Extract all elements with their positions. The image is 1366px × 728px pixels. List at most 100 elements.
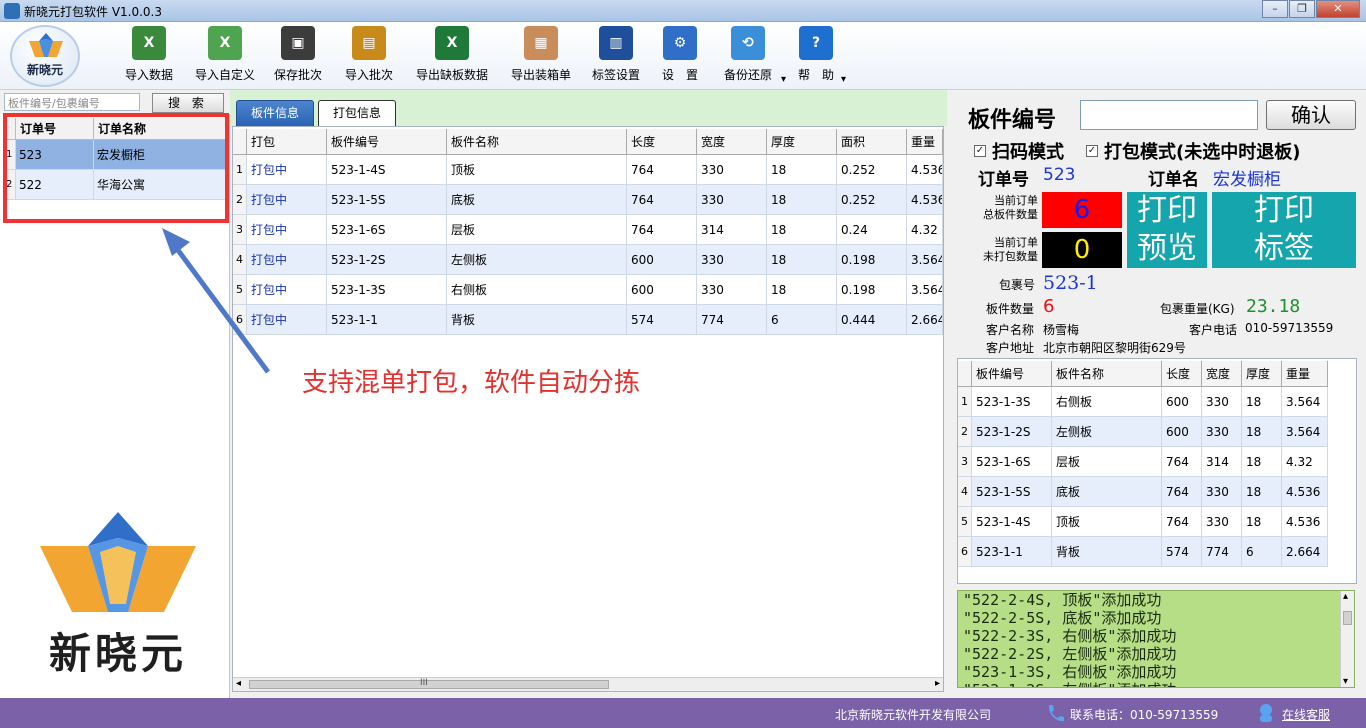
log-line: "522-2-3S, 右侧板"添加成功 [963,627,1177,645]
logo-mark-icon [29,33,63,57]
width-cell: 330 [697,155,767,184]
toolbar-button[interactable]: ? 帮 助 ▾ [796,26,846,88]
toolbar-button[interactable]: ▣ 保存批次 [272,26,324,88]
col-header-order-name[interactable]: 订单名称 [94,118,226,139]
dropdown-arrow-icon[interactable]: ▾ [781,74,786,85]
scroll-down-icon[interactable]: ▾ [1343,676,1348,687]
checkbox-icon[interactable]: ✓ [1086,145,1098,157]
row-index: 5 [958,507,972,536]
panel-no-cell: 523-1-4S [972,507,1052,536]
table-row[interactable]: 6 打包中 523-1-1 背板 574 774 6 0.444 2.664 [233,305,943,335]
button-line: 预览 [1137,231,1197,266]
col-header-width[interactable]: 宽度 [697,129,767,154]
width-cell: 330 [1202,417,1242,446]
package-grid: 板件编号 板件名称 长度 宽度 厚度 重量 1 523-1-3S 右侧板 600 330… [957,358,1357,584]
col-header-length[interactable]: 长度 [627,129,697,154]
pack-status-cell[interactable]: 打包中 [247,155,327,184]
customer-address-value: 北京市朝阳区黎明街629号 [1043,341,1186,355]
col-header-thickness[interactable]: 厚度 [767,129,837,154]
toolbar-button[interactable]: X 导入自定义 [194,26,256,88]
restore-button[interactable]: ❐ [1289,0,1315,18]
col-header-area[interactable]: 面积 [837,129,907,154]
col-header-panel-name[interactable]: 板件名称 [447,129,627,154]
dropdown-arrow-icon[interactable]: ▾ [841,74,846,85]
col-header-width[interactable]: 宽度 [1202,361,1242,386]
table-row[interactable]: 6 523-1-1 背板 574 774 6 2.664 [958,537,1328,567]
col-header-panel-no[interactable]: 板件编号 [972,361,1052,386]
thickness-cell: 18 [767,275,837,304]
panel-name-cell: 背板 [1052,537,1162,566]
thickness-cell: 18 [1242,507,1282,536]
panel-no-cell: 523-1-5S [327,185,447,214]
print-preview-button[interactable]: 打印 预览 [1127,192,1207,268]
col-header-length[interactable]: 长度 [1162,361,1202,386]
table-row[interactable]: 4 523-1-5S 底板 764 330 18 4.536 [958,477,1328,507]
search-button[interactable]: 搜 索 [152,93,224,113]
table-row[interactable]: 3 打包中 523-1-6S 层板 764 314 18 0.24 4.32 [233,215,943,245]
panel-name-cell: 顶板 [447,155,627,184]
panel-name-cell: 顶板 [1052,507,1162,536]
row-index: 4 [958,477,972,506]
minimize-button[interactable]: – [1262,0,1288,18]
table-row[interactable]: 4 打包中 523-1-2S 左侧板 600 330 18 0.198 3.564 [233,245,943,275]
toolbar-button[interactable]: ▦ 导出装箱单 [510,26,572,88]
close-button[interactable]: ✕ [1316,0,1360,18]
log-line: "522-2-5S, 底板"添加成功 [963,609,1162,627]
confirm-button[interactable]: 确认 [1266,100,1356,130]
col-header-order-no[interactable]: 订单号 [16,118,94,139]
thickness-cell: 18 [1242,477,1282,506]
order-row[interactable]: 2 522 华海公寓 [4,170,226,200]
print-label-button[interactable]: 打印 标签 [1212,192,1356,268]
toolbar-button[interactable]: X 导出缺板数据 [414,26,490,88]
toolbar-button[interactable]: X 导入数据 [124,26,174,88]
scrollbar-thumb[interactable] [1343,611,1352,625]
toolbar-button[interactable]: ⚙ 设 置 [660,26,700,88]
order-no-label: 订单号 [978,170,1029,190]
panel-no-input[interactable] [1080,100,1258,130]
toolbar-button[interactable]: ⟲ 备份还原 ▾ [720,26,786,88]
table-row[interactable]: 5 打包中 523-1-3S 右侧板 600 330 18 0.198 3.564 [233,275,943,305]
table-row[interactable]: 1 523-1-3S 右侧板 600 330 18 3.564 [958,387,1328,417]
pack-mode-checkbox[interactable]: ✓ 打包模式(未选中时退板) [1086,138,1300,164]
table-row[interactable]: 3 523-1-6S 层板 764 314 18 4.32 [958,447,1328,477]
horizontal-scrollbar[interactable]: ◂ III ▸ [233,677,943,691]
excel-custom-import-icon: X [208,26,242,60]
tab-panel-info[interactable]: 板件信息 [236,100,315,126]
scroll-grip: III [420,678,428,688]
toolbar-button[interactable]: ▥ 标签设置 [592,26,640,88]
scroll-right-icon[interactable]: ▸ [935,678,940,689]
package-no-value: 523-1 [1043,272,1098,294]
table-row[interactable]: 5 523-1-4S 顶板 764 330 18 4.536 [958,507,1328,537]
weight-cell: 4.32 [907,215,943,244]
table-row[interactable]: 2 523-1-2S 左侧板 600 330 18 3.564 [958,417,1328,447]
pack-status-cell[interactable]: 打包中 [247,185,327,214]
col-header-panel-name[interactable]: 板件名称 [1052,361,1162,386]
scroll-up-icon[interactable]: ▴ [1343,591,1348,602]
order-row[interactable]: 1 523 宏发橱柜 [4,140,226,170]
weight-cell: 4.32 [1282,447,1328,476]
checkbox-icon[interactable]: ✓ [974,145,986,157]
col-header-panel-no[interactable]: 板件编号 [327,129,447,154]
col-header-weight[interactable]: 重量 [907,129,943,154]
col-header-thickness[interactable]: 厚度 [1242,361,1282,386]
toolbar-button-label: 帮 助 [797,68,834,82]
tab-package-info[interactable]: 打包信息 [318,100,397,126]
panel-no-cell: 523-1-2S [972,417,1052,446]
app-logo: 新晓元 [10,25,80,87]
customer-phone-value: 010-59713559 [1245,321,1334,335]
weight-cell: 2.664 [907,305,943,334]
toolbar-button[interactable]: ▤ 导入批次 [343,26,395,88]
search-input[interactable]: 板件编号/包裹编号 [4,93,140,111]
col-header-weight[interactable]: 重量 [1282,361,1328,386]
scrollbar-thumb[interactable]: III [249,678,609,689]
table-row[interactable]: 2 打包中 523-1-5S 底板 764 330 18 0.252 4.536 [233,185,943,215]
table-row[interactable]: 1 打包中 523-1-4S 顶板 764 330 18 0.252 4.536 [233,155,943,185]
toolbar-button-label: 导入数据 [124,68,173,82]
scan-mode-checkbox[interactable]: ✓ 扫码模式 [974,138,1064,164]
online-service-link[interactable]: 在线客服 [1282,706,1330,723]
vertical-scrollbar[interactable]: ▴ ▾ [1340,591,1354,687]
thickness-cell: 6 [1242,537,1282,566]
col-header-pack[interactable]: 打包 [247,129,327,154]
area-cell: 0.252 [837,155,907,184]
scroll-left-icon[interactable]: ◂ [236,678,241,689]
